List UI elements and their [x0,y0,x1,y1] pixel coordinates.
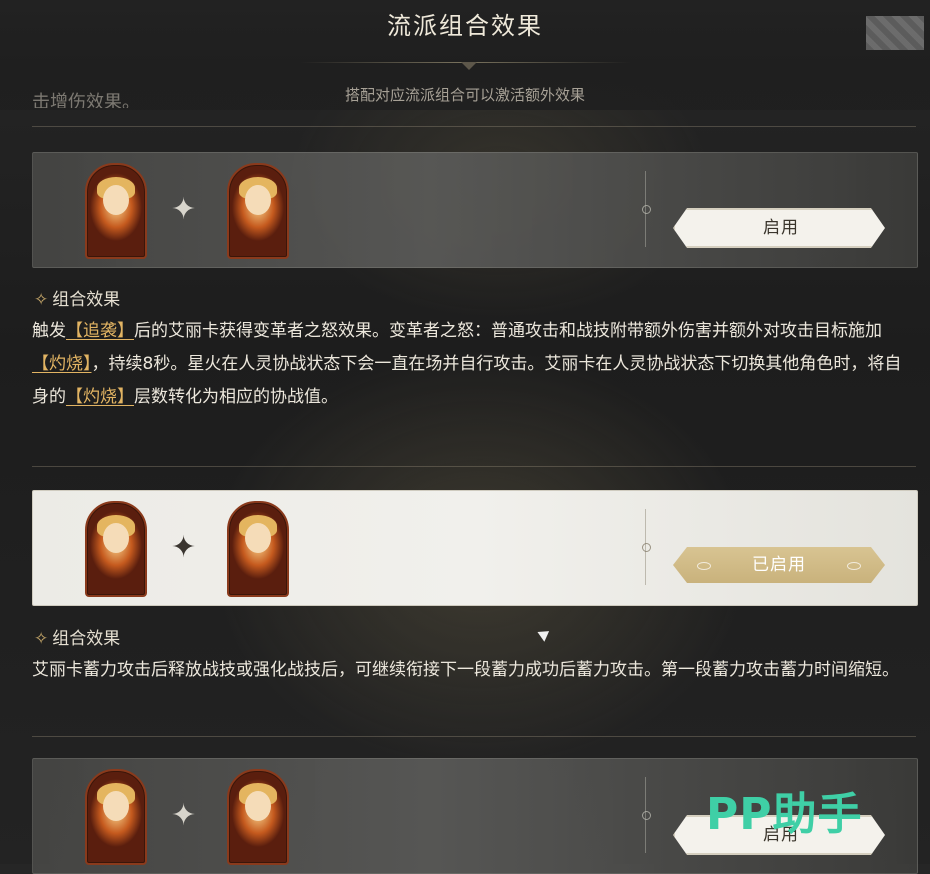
plus-icon: ✦ [171,530,197,565]
section-divider [32,126,916,127]
character-portrait-icon [227,769,289,865]
section-divider [32,466,916,467]
page-title: 流派组合效果 [387,12,543,40]
character-portrait-icon [227,501,289,597]
combo-card-1: ✦ 启用 [32,152,918,268]
keyword-link[interactable]: 【追袭】 [66,321,134,341]
button-ornament-icon [697,562,711,570]
section-divider [32,736,916,737]
watermark-logo: PP助手 [706,789,863,840]
diamond-icon: ✧ [34,290,49,310]
character-portrait-icon [85,501,147,597]
character-portrait-icon [227,163,289,259]
enabled-button[interactable]: 已启用 [673,547,885,583]
effect-description: 触发【追袭】后的艾丽卡获得变革者之怒效果。变革者之怒：普通攻击和战技附带额外伤害… [32,321,902,407]
plus-icon: ✦ [171,798,197,833]
keyword-link[interactable]: 【灼烧】 [66,387,134,407]
character-portrait-icon [85,769,147,865]
card-divider-dot [642,811,651,820]
card-divider-dot [642,543,651,552]
button-ornament-icon [847,562,861,570]
enable-button[interactable]: 启用 [673,208,885,248]
effect-heading: ✧ 组合效果 [34,629,121,649]
keyword-link[interactable]: 【灼烧】 [32,354,92,374]
title-caret-icon [461,62,477,70]
blurred-region [866,16,924,50]
previous-effect-text-cut: 击增伤效果。 [32,92,140,108]
mouse-cursor-icon [537,626,553,642]
card-divider-dot [642,205,651,214]
plus-icon: ✦ [171,192,197,227]
effect-heading: ✧ 组合效果 [34,290,121,310]
effect-description: 艾丽卡蓄力攻击后释放战技或强化战技后，可继续衔接下一段蓄力成功后蓄力攻击。第一段… [32,660,899,680]
diamond-icon: ✧ [34,629,49,649]
character-portrait-icon [85,163,147,259]
combo-card-2: ✦ 已启用 [32,490,918,606]
